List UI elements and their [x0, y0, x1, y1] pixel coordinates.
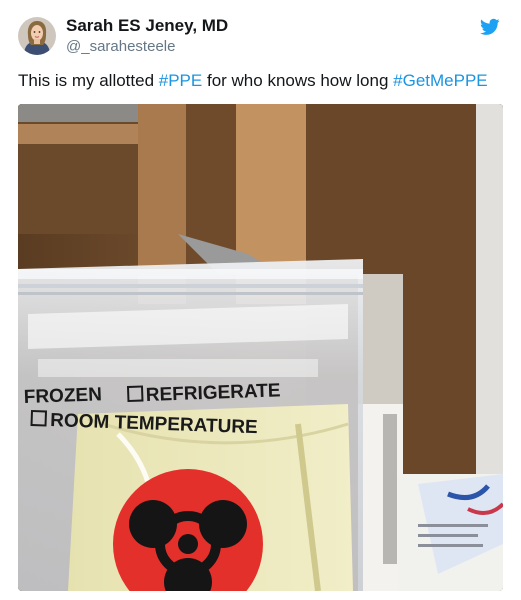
- hashtag-getmeppe-link[interactable]: #GetMePPE: [393, 71, 488, 90]
- user-names: Sarah ES Jeney, MD @_sarahesteele: [66, 16, 228, 57]
- tweet-card: Sarah ES Jeney, MD @_sarahesteele This i…: [0, 0, 521, 600]
- tweet-text: This is my allotted #PPE for who knows h…: [18, 70, 488, 92]
- tweet-photo[interactable]: FROZEN REFRIGERATE ROOM TEMPERATURE: [18, 104, 503, 591]
- ppe-bag-photo: FROZEN REFRIGERATE ROOM TEMPERATURE: [18, 104, 503, 591]
- tweet-text-part: for who knows how long: [202, 71, 394, 90]
- tweet-header: Sarah ES Jeney, MD @_sarahesteele: [18, 14, 228, 58]
- user-handle[interactable]: @_sarahesteele: [66, 37, 228, 57]
- twitter-bird-icon[interactable]: [480, 18, 500, 36]
- display-name[interactable]: Sarah ES Jeney, MD: [66, 16, 228, 36]
- avatar[interactable]: [18, 17, 56, 55]
- hashtag-ppe-link[interactable]: #PPE: [159, 71, 202, 90]
- tweet-text-part: This is my allotted: [18, 71, 159, 90]
- profile-photo-icon: [18, 17, 56, 55]
- bag-label-frozen: FROZEN: [23, 384, 102, 408]
